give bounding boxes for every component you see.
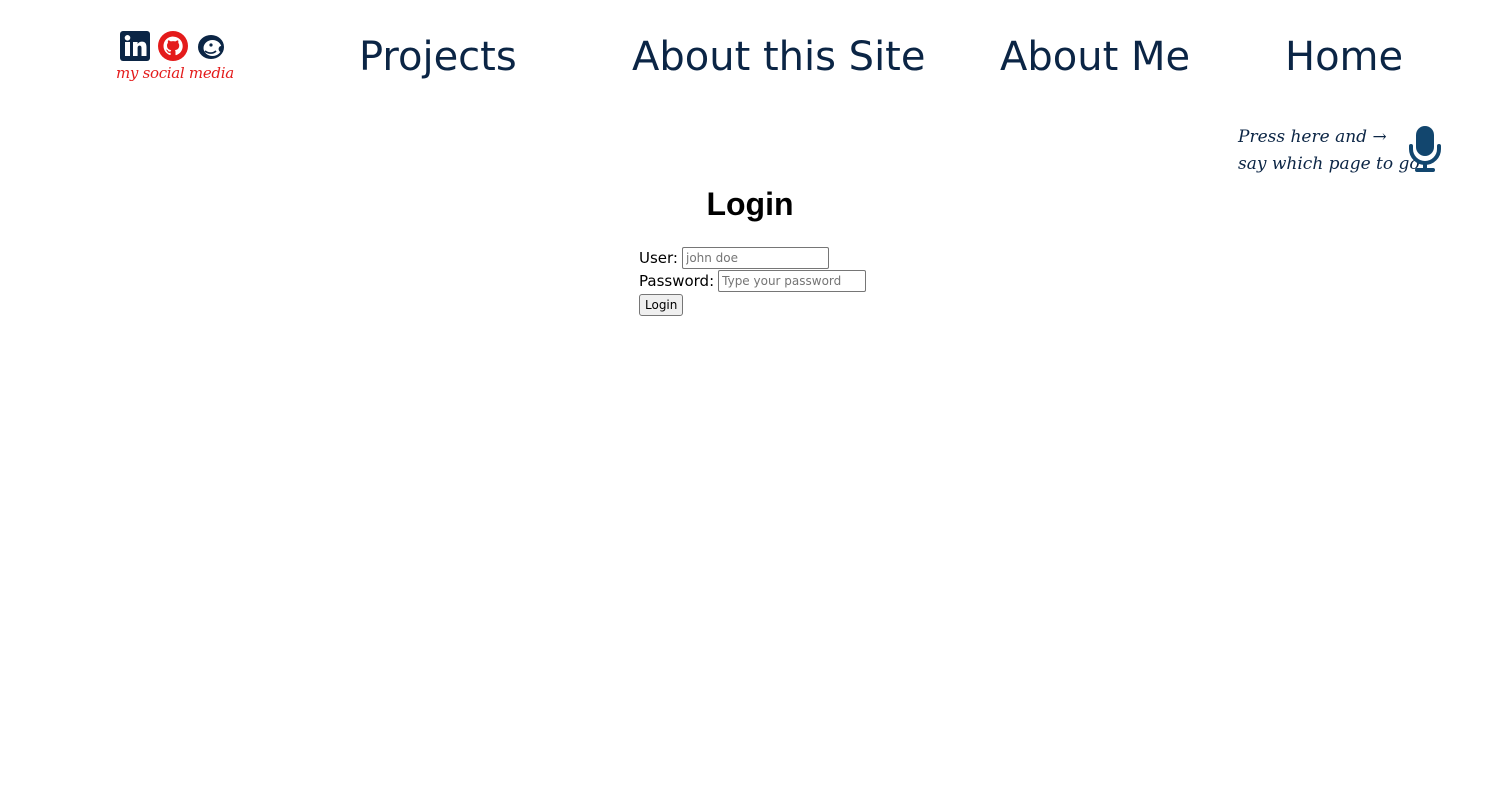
linkedin-icon <box>120 31 150 61</box>
user-row: User: <box>639 246 866 269</box>
voice-hint-line-1: Press here and → <box>1238 127 1387 147</box>
page: my social media Projects About this Site… <box>0 0 1500 806</box>
login-button[interactable]: Login <box>639 294 684 316</box>
login-form: User: Password: Login <box>639 246 867 316</box>
nav-home[interactable]: Home <box>1285 33 1403 81</box>
user-label: User: <box>639 248 678 267</box>
voice-command-button[interactable] <box>1406 124 1444 174</box>
password-row: Password: <box>639 269 867 292</box>
password-label: Password: <box>639 271 715 290</box>
github-link[interactable] <box>157 30 189 62</box>
mailchimp-link[interactable] <box>195 30 227 62</box>
password-input[interactable] <box>718 269 867 292</box>
nav-projects[interactable]: Projects <box>359 33 517 81</box>
user-input[interactable] <box>681 246 829 269</box>
mailchimp-icon <box>198 33 224 59</box>
nav-about-me[interactable]: About Me <box>1000 33 1190 81</box>
social-icons <box>119 30 227 62</box>
voice-hint: Press here and → say which page to go <box>1238 124 1420 178</box>
microphone-icon <box>1409 126 1441 172</box>
github-icon <box>158 31 188 61</box>
voice-hint-line-2: say which page to go <box>1238 154 1420 174</box>
social-media-block: my social media <box>112 28 236 88</box>
nav-about-this-site[interactable]: About this Site <box>632 33 925 81</box>
linkedin-link[interactable] <box>119 30 151 62</box>
social-media-caption: my social media <box>116 64 234 82</box>
login-title: Login <box>706 186 794 222</box>
